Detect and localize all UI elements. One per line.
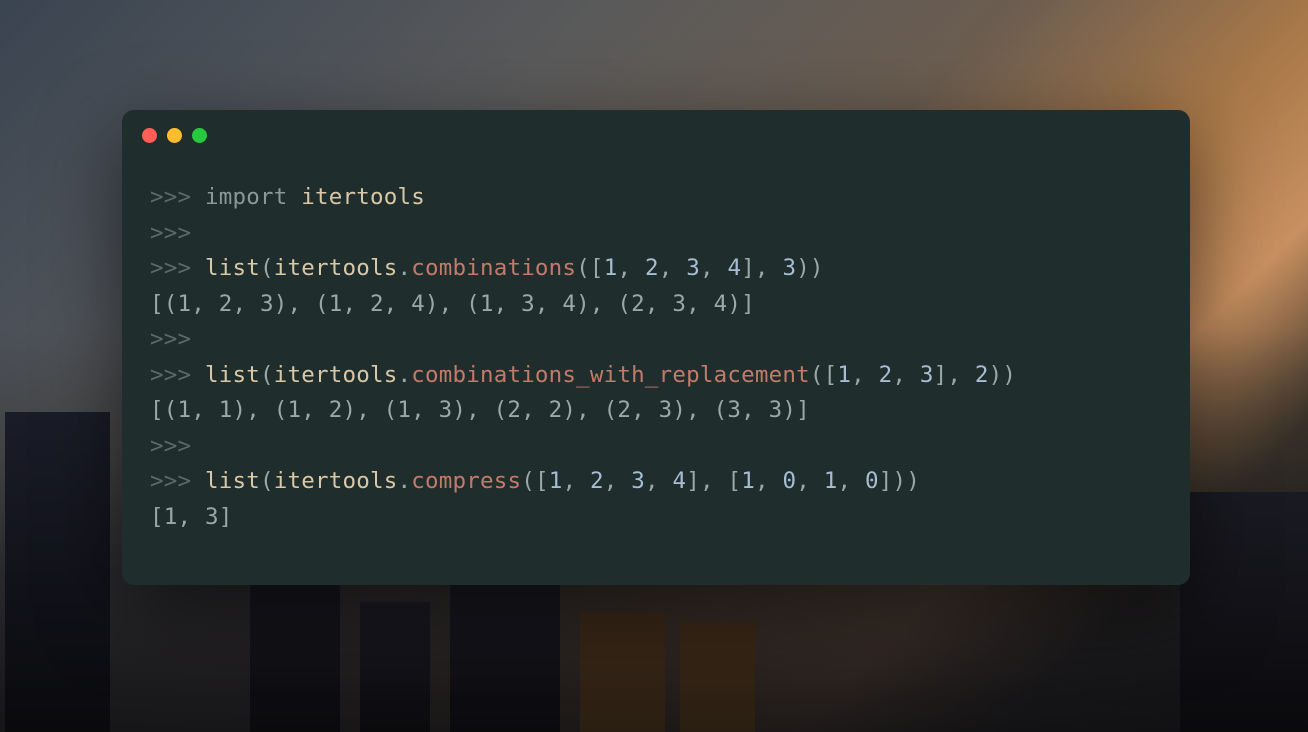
maximize-icon[interactable] [192, 128, 207, 143]
fn-combinations: combinations [411, 255, 576, 281]
repl-prompt: >>> [150, 468, 205, 494]
repl-prompt: >>> [150, 184, 205, 210]
fn-list: list [205, 255, 260, 281]
minimize-icon[interactable] [167, 128, 182, 143]
close-icon[interactable] [142, 128, 157, 143]
keyword-import: import [205, 184, 287, 210]
module-name: itertools [301, 184, 425, 210]
terminal-body[interactable]: >>> import itertools >>> >>> list(iterto… [122, 160, 1190, 545]
output-line: [(1, 1), (1, 2), (1, 3), (2, 2), (2, 3),… [150, 397, 810, 423]
repl-prompt: >>> [150, 433, 191, 459]
repl-prompt: >>> [150, 326, 191, 352]
fn-list: list [205, 468, 260, 494]
repl-prompt: >>> [150, 362, 205, 388]
repl-prompt: >>> [150, 255, 205, 281]
fn-combinations-wr: combinations_with_replacement [411, 362, 810, 388]
fn-list: list [205, 362, 260, 388]
repl-prompt: >>> [150, 220, 191, 246]
window-titlebar [122, 110, 1190, 160]
output-line: [(1, 2, 3), (1, 2, 4), (1, 3, 4), (2, 3,… [150, 291, 755, 317]
fn-compress: compress [411, 468, 521, 494]
terminal-window: >>> import itertools >>> >>> list(iterto… [122, 110, 1190, 585]
output-line: [1, 3] [150, 504, 232, 530]
